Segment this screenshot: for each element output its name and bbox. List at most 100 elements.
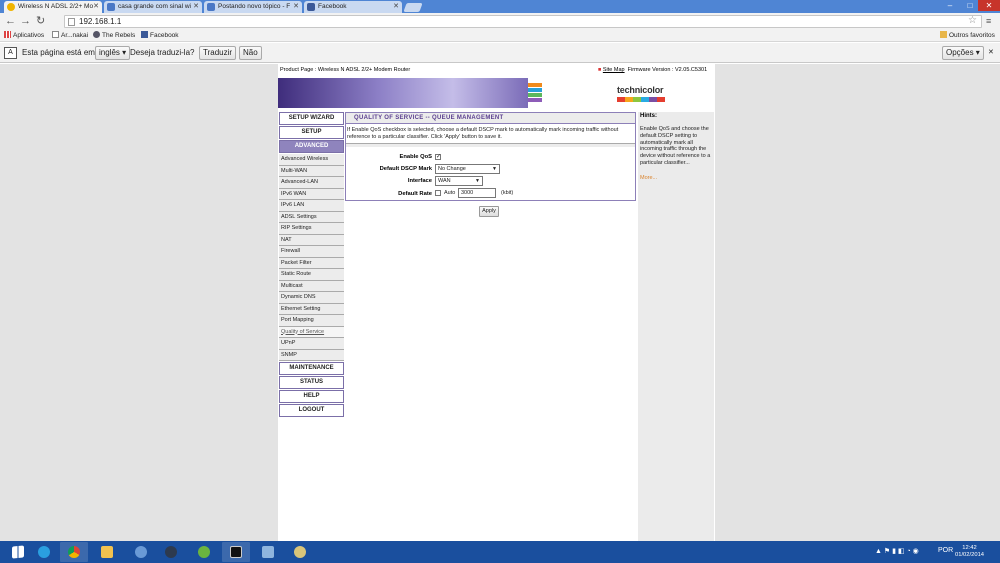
address-bar[interactable]: 192.168.1.1 ☆ [64,15,982,28]
router-nav: SETUP WIZARD SETUP ADVANCED Advanced Wir… [279,112,344,418]
close-tab-icon[interactable]: ✕ [193,1,199,13]
options-button[interactable]: Opções ▾ [942,46,984,60]
nav-help[interactable]: HELP [279,390,344,403]
nav-ipv6-wan[interactable]: IPv6 WAN [279,188,344,200]
nav-setup[interactable]: SETUP [279,126,344,139]
windows-start-icon[interactable] [4,542,32,562]
clock-date: 01/02/2014 [955,552,985,558]
chrome-logo-icon [68,546,80,558]
tab-facebook[interactable]: Facebook ✕ [304,1,402,13]
media-player-icon[interactable] [127,542,155,562]
close-translate-icon[interactable]: ✕ [988,43,994,63]
close-tab-icon[interactable]: ✕ [93,1,99,13]
maximize-button[interactable]: □ [960,0,980,11]
nav-firewall[interactable]: Firewall [279,246,344,258]
chevron-down-icon: ▼ [475,178,480,184]
new-tab-button[interactable] [403,3,423,12]
nav-setup-wizard[interactable]: SETUP WIZARD [279,112,344,125]
logo-bar [617,97,625,102]
translate-button[interactable]: Traduzir [199,46,237,60]
tab-label: casa grande com sinal wi [118,3,191,10]
no-button[interactable]: Não [239,46,262,60]
warning-icon [7,3,15,11]
nav-maintenance[interactable]: MAINTENANCE [279,362,344,375]
nav-ipv6-lan[interactable]: IPv6 LAN [279,200,344,212]
ie-icon [38,546,50,558]
hints-more-link[interactable]: More... [640,175,657,181]
tray-language[interactable]: POR [938,547,953,554]
nav-rip-settings[interactable]: RIP Settings [279,223,344,235]
bookmark-facebook[interactable]: Facebook [141,30,179,42]
utorrent-icon[interactable] [190,542,218,562]
taskbar-clock[interactable]: 12:42 01/02/2014 [955,545,984,559]
media-icon [135,546,147,558]
url-text[interactable]: 192.168.1.1 [79,16,121,28]
forward-button[interactable]: → [20,15,31,28]
chrome-menu-button[interactable]: ≡ [986,16,991,26]
nav-upnp[interactable]: UPnP [279,338,344,350]
logo-bar [649,97,657,102]
cmd-icon[interactable] [222,542,250,562]
apply-button[interactable]: Apply [479,206,499,217]
bookmark-star-icon[interactable]: ☆ [968,15,977,26]
dscp-mark-select[interactable]: No Change ▼ [435,164,500,174]
close-tab-icon[interactable]: ✕ [393,1,399,13]
nav-multi-wan[interactable]: Multi-WAN [279,165,344,177]
minimize-button[interactable]: – [940,0,960,11]
nav-adsl-settings[interactable]: ADSL Settings [279,211,344,223]
page-icon [68,18,75,26]
close-window-button[interactable]: ✕ [978,0,1000,11]
nav-advanced-wireless[interactable]: Advanced Wireless [279,154,344,166]
nav-static-route[interactable]: Static Route [279,269,344,281]
interface-select[interactable]: WAN ▼ [435,176,483,186]
file-explorer-icon[interactable] [93,542,121,562]
nav-port-mapping[interactable]: Port Mapping [279,315,344,327]
nav-advanced[interactable]: ADVANCED [279,140,344,153]
steam-icon[interactable] [157,542,185,562]
tab-forum-2[interactable]: Postando novo tópico - F ✕ [204,1,302,13]
internet-explorer-icon[interactable] [30,542,58,562]
banner-stripe [528,93,542,97]
dscp-mark-label: Default DSCP Mark [379,166,432,172]
tab-forum-1[interactable]: casa grande com sinal wi ✕ [104,1,202,13]
steam-logo-icon [165,546,177,558]
reload-button[interactable]: ↻ [36,15,45,28]
nav-status[interactable]: STATUS [279,376,344,389]
back-button[interactable]: ← [5,15,16,28]
qos-title: QUALITY OF SERVICE -- QUEUE MANAGEMENT [346,113,635,124]
app-icon[interactable] [254,542,282,562]
rate-input[interactable]: 3000 [458,188,496,198]
logo-bar [625,97,633,102]
app2-icon[interactable] [286,542,314,562]
enable-qos-checkbox[interactable]: ✓ [435,154,441,160]
bookmark-apps[interactable]: Aplicativos [4,30,44,42]
bookmark-the-rebels[interactable]: The Rebels [93,30,135,42]
nav-ethernet-setting[interactable]: Ethernet Setting [279,303,344,315]
nav-advanced-lan[interactable]: Advanced-LAN [279,177,344,189]
banner-graphic [278,78,528,108]
enable-qos-label: Enable QoS [399,154,432,160]
facebook-icon [307,3,315,11]
nav-dynamic-dns[interactable]: Dynamic DNS [279,292,344,304]
nav-nat[interactable]: NAT [279,234,344,246]
chrome-icon[interactable] [60,542,88,562]
site-map-link[interactable]: Site Map [603,67,625,73]
bookmark-label: Aplicativos [13,32,45,39]
language-select[interactable]: inglês ▾ [95,46,131,60]
tab-router[interactable]: Wireless N ADSL 2/2+ Mo ✕ [4,1,102,13]
logo-bar [657,97,665,102]
nav-logout[interactable]: LOGOUT [279,404,344,417]
nav-quality-of-service[interactable]: Quality of Service [279,326,344,338]
nav-multicast[interactable]: Multicast [279,280,344,292]
bookmark-label: Facebook [150,32,179,39]
close-tab-icon[interactable]: ✕ [293,1,299,13]
bookmark-arnakai[interactable]: Ar...nakai [52,30,88,42]
translate-question: Deseja traduzi-la? [130,48,195,57]
app2-window-icon [294,546,306,558]
nav-packet-filter[interactable]: Packet Filter [279,257,344,269]
auto-rate-checkbox[interactable] [435,190,441,196]
nav-snmp[interactable]: SNMP [279,349,344,361]
tray-icons[interactable]: ▲ ⚑ ▮ ◧ ◔ ◉ [875,547,919,555]
other-bookmarks[interactable]: Outros favoritos [940,30,995,42]
app-window-icon [262,546,274,558]
